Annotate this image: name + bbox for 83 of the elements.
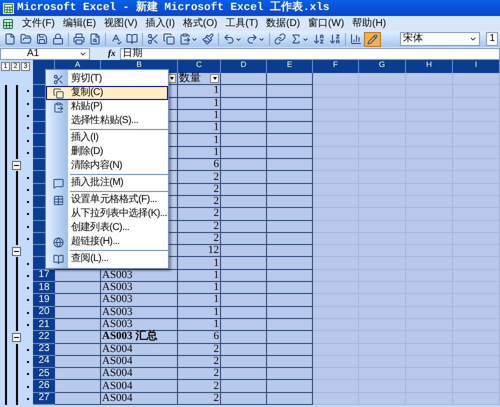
menu-item[interactable]: 粘贴(P) <box>46 100 168 114</box>
menu-item[interactable]: 创建列表(C)... <box>46 221 168 235</box>
menu-item[interactable]: 文件(F) <box>22 18 55 28</box>
row-header[interactable]: 24 <box>33 356 55 368</box>
menu-item[interactable]: 从下拉列表中选择(K)... <box>46 207 168 221</box>
table-cell: 1 <box>178 318 221 332</box>
menu-item[interactable]: 查阅(L)... <box>46 252 168 266</box>
table-cell: 1 <box>178 98 221 110</box>
menu-item[interactable]: 插入批注(M) <box>46 176 168 190</box>
table-cell: AS003 汇总 <box>101 331 178 344</box>
menu-item[interactable]: 设置单元格格式(F)... <box>46 193 168 207</box>
font-size-field[interactable]: 1 <box>486 32 498 46</box>
table-cell: 2 <box>178 171 221 184</box>
column-header[interactable]: E <box>267 60 313 73</box>
formula-field[interactable]: 日期 <box>120 48 500 60</box>
row-header[interactable]: 20 <box>33 306 55 319</box>
column-header[interactable]: G <box>359 60 406 73</box>
table-cell: 2 <box>178 392 221 406</box>
menu-item[interactable]: 选择性粘贴(S)... <box>46 114 168 128</box>
menu-item[interactable]: 复制(C) <box>46 86 168 100</box>
table-cell: 2 <box>178 344 221 356</box>
menu-item[interactable]: 插入(I) <box>145 18 175 28</box>
table-cell: 1 <box>178 282 221 294</box>
column-header[interactable]: H <box>406 60 453 73</box>
column-header[interactable]: F <box>313 60 359 73</box>
row-header[interactable]: 19 <box>33 294 55 307</box>
menu-item[interactable]: 插入(I) <box>46 131 168 145</box>
table-cell: 1 <box>178 110 221 122</box>
table-cell: 2 <box>178 184 221 196</box>
table-cell: AS004 <box>101 380 178 393</box>
table-cell: 2 <box>178 232 221 246</box>
table-cell: AS003 <box>101 270 178 282</box>
table-cell: AS004 <box>101 356 178 368</box>
row-header[interactable]: 22 <box>33 331 55 344</box>
table-cell: AS003 <box>101 294 178 307</box>
menu-item[interactable]: 超链接(H)... <box>46 235 168 249</box>
font-name-field[interactable]: 宋体 <box>400 32 480 46</box>
table-cell: 1 <box>178 122 221 134</box>
window-title: Microsoft Excel - 新建 Microsoft Excel 工作表.xls <box>17 2 330 14</box>
column-title: 数量 <box>179 73 201 84</box>
row-header[interactable]: 18 <box>33 282 55 294</box>
column-header[interactable]: I <box>453 60 500 73</box>
table-cell: 2 <box>178 196 221 208</box>
column-header[interactable]: C <box>178 60 221 73</box>
row-header[interactable]: 17 <box>33 270 55 282</box>
table-cell: 1 <box>178 306 221 319</box>
table-cell: AS004 <box>101 344 178 356</box>
table-cell: 2 <box>178 380 221 393</box>
table-cell: 2 <box>178 368 221 380</box>
menu-item[interactable]: 数据(D) <box>266 18 300 28</box>
table-cell: AS003 <box>101 306 178 319</box>
row-header[interactable]: 21 <box>33 318 55 332</box>
name-box[interactable]: A1 <box>0 48 90 60</box>
menu-item[interactable]: 工具(T) <box>225 18 258 28</box>
insert-function-button[interactable]: fx <box>108 49 116 58</box>
table-cell: AS003 <box>101 282 178 294</box>
table-cell: 2 <box>178 208 221 221</box>
table-cell: 1 <box>178 270 221 282</box>
row-header[interactable]: 26 <box>33 380 55 393</box>
row-header[interactable]: 27 <box>33 392 55 406</box>
table-cell: 2 <box>178 356 221 368</box>
table-cell: 2 <box>178 220 221 233</box>
row-header[interactable]: 23 <box>33 344 55 356</box>
table-cell: 6 <box>178 331 221 344</box>
row-header[interactable]: 25 <box>33 368 55 380</box>
table-cell: 1 <box>178 85 221 98</box>
table-cell: AS004 <box>101 392 178 406</box>
table-cell: 1 <box>178 134 221 147</box>
menu-item[interactable]: 窗口(W) <box>308 18 344 28</box>
menu-item[interactable]: 帮助(H) <box>352 18 386 28</box>
table-cell: 1 <box>178 294 221 307</box>
table-cell: 1 <box>178 257 221 270</box>
column-header[interactable]: D <box>221 60 267 73</box>
table-cell: 1 <box>178 146 221 160</box>
menu-item[interactable]: 格式(O) <box>182 18 218 28</box>
menu-item[interactable]: 删除(D) <box>46 145 168 159</box>
table-cell: 12 <box>178 245 221 258</box>
menu-item[interactable]: 编辑(E) <box>62 18 96 28</box>
menu-item[interactable]: 剪切(T) <box>46 72 168 86</box>
menu-item[interactable]: 清除内容(N) <box>46 159 168 173</box>
menu-item[interactable]: 视图(V) <box>104 18 138 28</box>
table-cell: 6 <box>178 159 221 172</box>
table-cell: AS004 <box>101 368 178 380</box>
